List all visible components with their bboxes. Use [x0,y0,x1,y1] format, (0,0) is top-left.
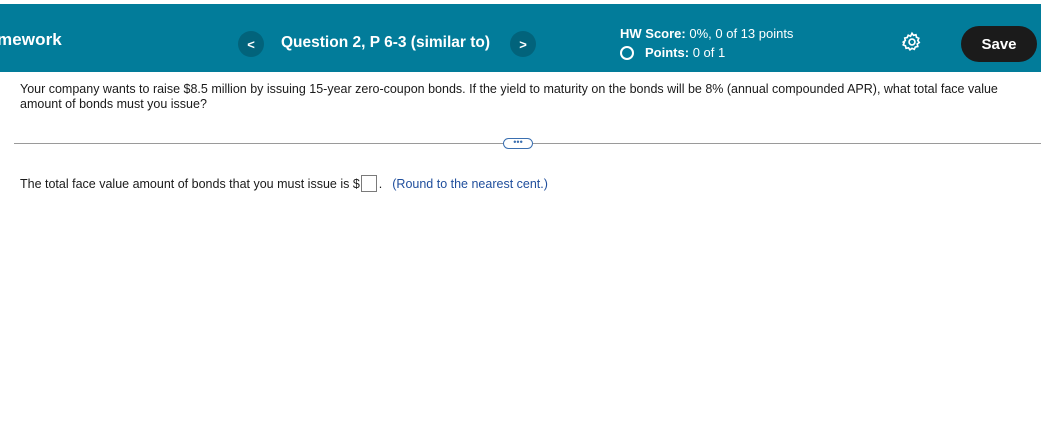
points: Points: 0 of 1 [620,45,725,60]
rounding-hint: (Round to the nearest cent.) [392,176,548,191]
chevron-right-icon: > [519,36,527,52]
hw-score: HW Score: 0%, 0 of 13 points [620,26,793,41]
points-value: 0 of 1 [692,45,726,60]
question-text: Your company wants to raise $8.5 million… [20,82,998,111]
app-title: mework [0,30,62,49]
answer-suffix: . [378,176,383,191]
previous-question-button[interactable]: < [238,31,264,57]
gear-icon[interactable] [901,31,923,53]
chevron-left-icon: < [247,36,255,52]
status-circle-icon [620,45,634,60]
answer-line: The total face value amount of bonds tha… [20,175,548,192]
hw-score-value: 0%, 0 of 13 points [689,26,794,41]
hw-score-label: HW Score: [620,26,686,41]
more-button[interactable]: ••• [503,138,533,149]
answer-prefix: The total face value amount of bonds tha… [20,176,360,191]
answer-input[interactable] [360,175,377,192]
next-question-button[interactable]: > [510,31,536,57]
question-title: Question 2, P 6-3 (similar to) [281,34,491,51]
points-label: Points: [645,45,690,60]
save-button[interactable]: Save [961,26,1037,62]
top-bar: mework < Question 2, P 6-3 (similar to) … [0,4,1041,72]
